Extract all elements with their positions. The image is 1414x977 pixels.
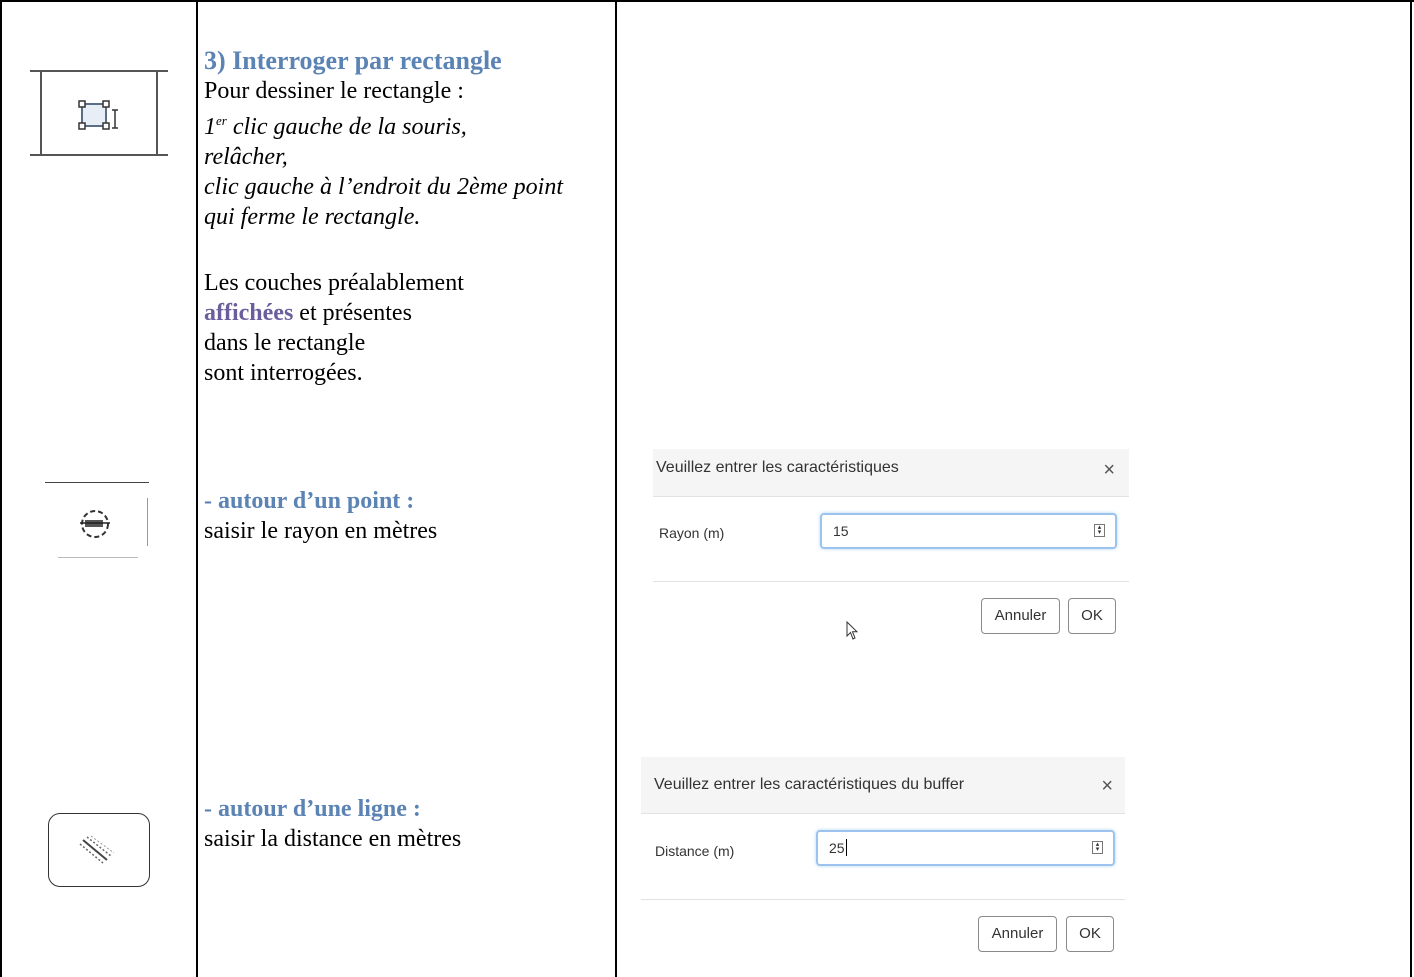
line-buffer-icon <box>77 834 117 871</box>
distance-label: Distance (m) <box>655 843 735 859</box>
dialog-title: Veuillez entrer les caractéristiques du … <box>654 776 965 793</box>
line-heading: - autour d’une ligne : <box>204 796 421 822</box>
cancel-button[interactable]: Annuler <box>978 916 1057 952</box>
close-icon[interactable]: × <box>1101 775 1113 798</box>
point-buffer-icon <box>77 506 113 547</box>
draw-step-1: 1er clic gauche de la souris, <box>204 113 467 140</box>
point-radius-dialog: Veuillez entrer les caractéristiques × R… <box>653 449 1129 645</box>
layers-line-4: sont interrogées. <box>204 360 363 386</box>
point-block: - autour d’un point : saisir le rayon en… <box>204 486 614 546</box>
ok-button[interactable]: OK <box>1068 598 1116 634</box>
close-icon[interactable]: × <box>1103 459 1115 482</box>
point-buffer-tool[interactable] <box>45 482 149 560</box>
table-border-top <box>0 0 1414 2</box>
radius-label: Rayon (m) <box>659 525 725 541</box>
dialog-title: Veuillez entrer les caractéristiques <box>656 459 899 476</box>
rectangle-query-tool[interactable] <box>30 60 168 156</box>
table-column-divider-2 <box>615 0 617 977</box>
layers-line-3: dans le rectangle <box>204 330 366 356</box>
text-caret <box>845 839 847 856</box>
line-instruction: saisir la distance en mètres <box>204 826 462 852</box>
draw-intro: Pour dessiner le rectangle : <box>204 78 464 104</box>
table-border-left <box>0 0 2 977</box>
section-block: 3) Interroger par rectangle Pour dessine… <box>204 46 614 388</box>
spinner-icon[interactable]: ▴ ▾ <box>1094 524 1105 537</box>
line-block: - autour d’une ligne : saisir la distanc… <box>204 794 614 854</box>
point-heading: - autour d’un point : <box>204 488 415 514</box>
radius-input[interactable]: 15 ▴ ▾ <box>820 513 1117 549</box>
point-instruction: saisir le rayon en mètres <box>204 518 438 544</box>
line-distance-dialog: Veuillez entrer les caractéristiques du … <box>641 757 1125 961</box>
dialog-header: Veuillez entrer les caractéristiques × <box>653 449 1129 497</box>
layers-line-1: Les couches préalablement <box>204 270 464 296</box>
table-border-right <box>1410 0 1412 977</box>
mouse-pointer-icon <box>846 620 860 646</box>
distance-input[interactable]: 25 ▴ ▾ <box>816 830 1115 866</box>
draw-step-4: qui ferme le rectangle. <box>204 204 421 230</box>
dialog-header: Veuillez entrer les caractéristiques du … <box>641 757 1125 814</box>
section-title: 3) Interroger par rectangle <box>204 46 502 75</box>
table-column-divider-1 <box>196 0 198 977</box>
draw-step-2: relâcher, <box>204 144 288 170</box>
dialog-divider <box>641 899 1125 900</box>
dialog-divider <box>653 581 1129 582</box>
cancel-button[interactable]: Annuler <box>981 598 1060 634</box>
ok-button[interactable]: OK <box>1066 916 1114 952</box>
line-buffer-tool[interactable] <box>48 813 150 887</box>
draw-step-3: clic gauche à l’endroit du 2ème point <box>204 174 564 200</box>
layers-line-2: affichées et présentes <box>204 300 412 326</box>
spinner-icon[interactable]: ▴ ▾ <box>1092 841 1103 854</box>
rectangle-select-icon <box>76 98 120 139</box>
